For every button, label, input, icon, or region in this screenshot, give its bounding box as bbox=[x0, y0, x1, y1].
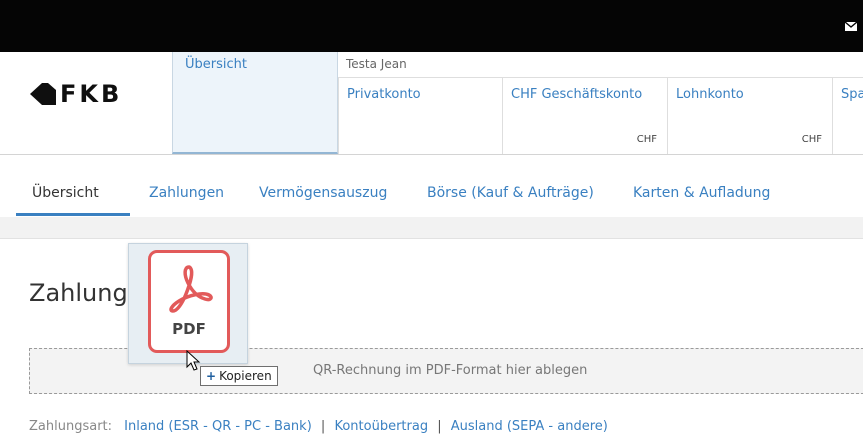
account-privatkonto[interactable]: Privatkonto bbox=[338, 78, 503, 154]
fkb-logo[interactable]: FKB bbox=[28, 80, 122, 108]
acrobat-icon bbox=[169, 265, 213, 313]
account-lohnkonto[interactable]: Lohnkonto CHF bbox=[668, 78, 833, 154]
account-owner: Testa Jean bbox=[346, 57, 407, 71]
page-title: Zahlung bbox=[29, 279, 128, 307]
pdf-file-icon: PDF bbox=[148, 250, 230, 353]
separator: | bbox=[320, 419, 326, 434]
copy-tooltip: + Kopieren bbox=[200, 366, 278, 386]
pdf-label: PDF bbox=[172, 320, 206, 338]
account-name: Privatkonto bbox=[347, 87, 421, 102]
logo-mark-icon bbox=[30, 83, 56, 105]
plus-icon: + bbox=[206, 369, 217, 383]
header-tab-overview[interactable]: Übersicht bbox=[172, 52, 338, 154]
tab-payments[interactable]: Zahlungen bbox=[149, 185, 224, 201]
active-tab-indicator bbox=[16, 213, 130, 216]
account-currency: CHF bbox=[636, 134, 657, 145]
payment-type-label: Zahlungsart: bbox=[29, 419, 113, 434]
main-navigation: Übersicht Zahlungen Vermögensauszug Börs… bbox=[0, 155, 863, 218]
payment-type-foreign-link[interactable]: Ausland (SEPA - andere) bbox=[451, 419, 608, 434]
account-name: Lohnkonto bbox=[676, 87, 744, 102]
account-spa[interactable]: Spa bbox=[833, 78, 863, 154]
account-name: CHF Geschäftskonto bbox=[511, 87, 643, 102]
top-bar bbox=[0, 0, 863, 52]
payment-type-domestic-link[interactable]: Inland (ESR - QR - PC - Bank) bbox=[124, 419, 312, 434]
header-tab-overview-label: Übersicht bbox=[185, 57, 247, 72]
separator: | bbox=[437, 419, 442, 434]
tab-cards-topup[interactable]: Karten & Aufladung bbox=[633, 185, 770, 201]
tab-overview[interactable]: Übersicht bbox=[32, 185, 99, 201]
tab-asset-statement[interactable]: Vermögensauszug bbox=[259, 185, 387, 201]
drop-zone-hint: QR-Rechnung im PDF-Format hier ablegen bbox=[313, 363, 588, 378]
account-currency: CHF bbox=[801, 134, 822, 145]
copy-tooltip-text: Kopieren bbox=[219, 369, 272, 383]
account-name: Spa bbox=[841, 87, 863, 102]
logo-wordmark: FKB bbox=[60, 80, 123, 108]
content-separator bbox=[0, 217, 863, 239]
tab-stock-exchange[interactable]: Börse (Kauf & Aufträge) bbox=[427, 185, 594, 201]
payment-type-selector: Zahlungsart: Inland (ESR - QR - PC - Ban… bbox=[29, 419, 608, 434]
payment-type-transfer-link[interactable]: Kontoübertrag bbox=[334, 419, 428, 434]
mail-icon[interactable] bbox=[845, 22, 857, 31]
account-chf-geschaeftskonto[interactable]: CHF Geschäftskonto CHF bbox=[503, 78, 668, 154]
